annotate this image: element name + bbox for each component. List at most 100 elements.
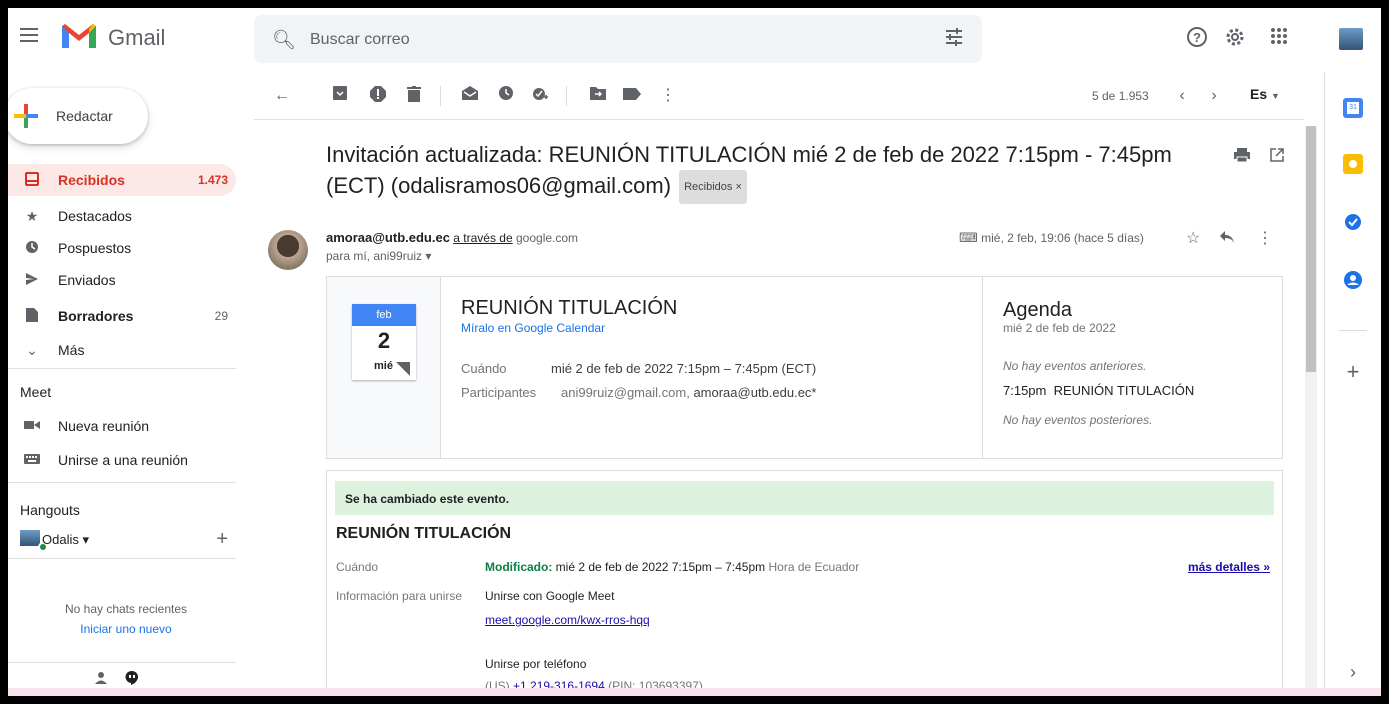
gmail-window: Gmail 🔍︎ Buscar correo ? Redactar Recibi… [8,8,1381,696]
mark-unread-icon[interactable] [460,86,480,106]
agenda-date: mié 2 de feb de 2022 [1003,321,1116,335]
gmail-logo-icon[interactable] [60,22,98,50]
join-meet-text: Unirse con Google Meet [485,589,615,603]
nav-item-more[interactable]: ⌄ Más [8,334,236,366]
archive-icon[interactable] [330,86,350,106]
more-details-link[interactable]: más detalles » [1188,560,1270,574]
body-when-label: Cuándo [336,560,379,574]
main-menu-icon[interactable] [20,28,38,42]
label-chip[interactable]: Recibidos × [679,170,747,204]
chevron-down-icon: ⌄ [26,342,38,358]
add-chat-icon[interactable]: + [216,528,228,551]
email-body-card: Se ha cambiado este evento. REUNIÓN TITU… [326,470,1283,696]
meet-item-label: Unirse a una reunión [58,452,188,468]
toolbar-divider [566,86,567,106]
event-title: REUNIÓN TITULACIÓN [336,525,512,542]
email-toolbar: ← ⋮ 5 de 1.953 ‹ › Es ▼ [254,72,1304,120]
page-fold-icon [396,362,410,376]
more-vert-icon[interactable]: ⋮ [1257,228,1273,248]
invite-date-panel: feb 2 mié [327,277,441,458]
search-icon[interactable]: 🔍︎ [272,28,296,52]
hangouts-user-name[interactable]: Odalis ▾ [42,532,89,548]
join-info-label: Información para unirse [336,589,463,603]
nav-item-starred[interactable]: ★ Destacados [8,200,236,232]
delete-trash-icon[interactable] [404,86,424,106]
nav-item-drafts[interactable]: Borradores 29 [8,300,236,332]
search-options-icon[interactable] [944,27,964,47]
search-input[interactable]: Buscar correo [310,31,410,49]
sender-line: amoraa@utb.edu.ec a través de google.com [326,230,578,245]
app-name: Gmail [108,25,166,50]
apps-grid-icon[interactable] [1267,26,1291,50]
recipients-line[interactable]: para mí, ani99ruiz ▾ [326,249,431,263]
calendar-app-icon[interactable]: 31 [1343,98,1363,118]
move-to-folder-icon[interactable] [588,86,608,106]
nav-label: Más [58,342,85,358]
reply-icon[interactable] [1220,230,1234,248]
attachment-icon: ⌨ [959,230,978,245]
account-avatar[interactable] [1339,28,1363,50]
agenda-no-after: No hay eventos posteriores. [1003,413,1153,427]
view-in-calendar-link[interactable]: Míralo en Google Calendar [461,321,605,335]
meet-new-meeting[interactable]: Nueva reunión [8,410,236,442]
tasks-app-icon[interactable] [1343,212,1363,232]
meet-join-meeting[interactable]: Unirse a una reunión [8,444,236,476]
sender-avatar[interactable] [268,230,308,270]
contacts-app-icon[interactable] [1343,270,1363,290]
star-icon[interactable]: ☆ [1186,228,1200,248]
cal-weekday: mié [374,360,393,372]
hangouts-user[interactable]: Odalis ▾ + [20,528,240,552]
keep-app-icon[interactable] [1343,154,1363,174]
join-phone-text: Unirse por teléfono [485,657,587,671]
divider [8,482,236,483]
invite-when-value: mié 2 de feb de 2022 7:15pm – 7:45pm (EC… [551,361,817,376]
snooze-clock-icon[interactable] [496,86,516,106]
nav-item-snoozed[interactable]: Pospuestos [8,232,236,264]
agenda-panel: Agenda mié 2 de feb de 2022 No hay event… [982,277,1282,458]
email-date-line: ⌨ mié, 2 feb, 19:06 (hace 5 días) [959,230,1144,246]
compose-plus-icon [14,104,38,128]
add-addon-plus-icon[interactable]: + [1343,361,1363,383]
start-new-chat-link[interactable]: Iniciar uno nuevo [8,622,244,636]
back-arrow-icon[interactable]: ← [272,86,292,106]
nav-item-sent[interactable]: Enviados [8,264,236,296]
label-tag-icon[interactable] [622,86,642,106]
search-bar[interactable]: 🔍︎ Buscar correo [254,15,982,63]
send-icon [24,272,40,288]
nav-count: 29 [214,309,228,323]
print-icon[interactable] [1234,148,1250,167]
nav-label: Recibidos [58,172,125,188]
more-vert-icon[interactable]: ⋮ [658,86,678,106]
help-icon[interactable]: ? [1185,26,1209,50]
side-panel-divider [1339,330,1367,331]
taskbar-strip [8,688,1381,696]
vertical-scrollbar[interactable] [1305,126,1317,696]
nav-label: Borradores [58,308,134,324]
input-language-selector[interactable]: Es ▼ [1250,86,1280,102]
nav-label: Destacados [58,208,132,224]
email-subject: Invitación actualizada: REUNIÓN TITULACI… [326,140,1186,204]
agenda-event[interactable]: 7:15pm REUNIÓN TITULACIÓN [1003,383,1194,398]
nav-item-inbox[interactable]: Recibidos 1.473 [8,164,236,196]
meet-link[interactable]: meet.google.com/kwx-rros-hqq [485,613,650,627]
next-chevron-icon[interactable]: › [1204,86,1224,106]
prev-chevron-icon[interactable]: ‹ [1172,86,1192,106]
report-spam-icon[interactable] [368,86,388,106]
open-new-window-icon[interactable] [1270,148,1284,167]
settings-gear-icon[interactable] [1223,26,1247,50]
divider [8,368,236,369]
sender-email[interactable]: amoraa@utb.edu.ec [326,230,450,245]
keyboard-icon [24,452,40,468]
via-link[interactable]: a través de [453,231,512,245]
email-view: ← ⋮ 5 de 1.953 ‹ › Es ▼ Invitación actua… [254,72,1310,696]
hangouts-section-title: Hangouts [20,502,80,518]
nav-label: Enviados [58,272,116,288]
expand-chevron-icon[interactable]: › [1343,662,1363,682]
star-icon: ★ [25,208,39,224]
inbox-icon [24,172,40,188]
hangouts-user-avatar [20,530,40,546]
compose-button[interactable]: Redactar [8,88,148,144]
draft-icon [24,308,40,324]
scrollbar-thumb[interactable] [1306,126,1316,372]
add-task-icon[interactable] [530,86,550,106]
